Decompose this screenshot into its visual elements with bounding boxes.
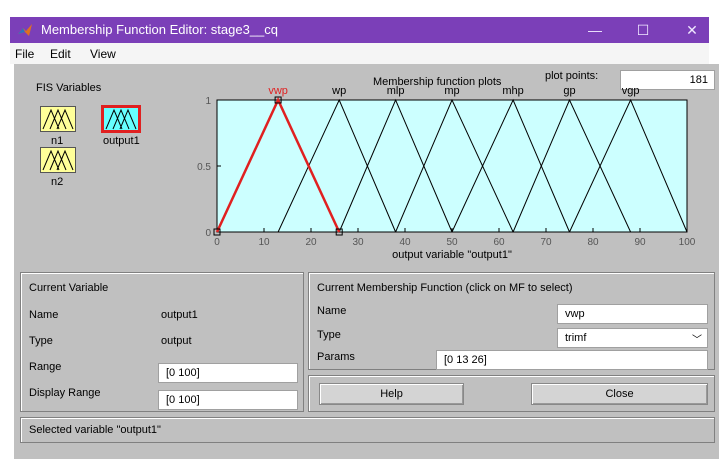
mf-label-mhp[interactable]: mhp <box>502 85 523 97</box>
x-tick-label: 0 <box>214 237 220 248</box>
range-label: Range <box>29 361 62 373</box>
mf-name-input[interactable]: vwp <box>557 304 708 324</box>
menu-file[interactable]: File <box>15 47 34 61</box>
title-bar: Membership Function Editor: stage3__cq —… <box>10 17 709 43</box>
variable-name-label: Name <box>29 309 59 321</box>
x-tick-label: 40 <box>399 237 411 248</box>
mf-label-vwp[interactable]: vwp <box>268 85 288 97</box>
display-range-input[interactable]: [0 100] <box>158 390 298 410</box>
mf-type-value: trimf <box>565 332 587 344</box>
close-button[interactable]: Close <box>531 383 708 405</box>
x-tick-label: 10 <box>258 237 270 248</box>
close-window-button[interactable]: ✕ <box>678 20 706 40</box>
current-mf-header: Current Membership Function (click on MF… <box>317 282 573 294</box>
membership-function-plot[interactable]: 0 10 20 30 40 50 60 70 80 90 100 0 0.5 1 vwp wp mlp mp mh… <box>14 64 719 269</box>
mf-type-select[interactable]: trimf ﹀ <box>557 328 708 348</box>
minimize-button[interactable]: — <box>581 20 609 40</box>
current-mf-panel: Current Membership Function (click on MF… <box>308 272 715 370</box>
editor-window: FIS Variables n1 n2 output1 Membership f… <box>14 64 719 459</box>
menu-bar: File Edit View <box>10 43 709 64</box>
status-text: Selected variable "output1" <box>29 424 161 436</box>
current-variable-header: Current Variable <box>29 282 109 294</box>
variable-name-value: output1 <box>161 309 198 321</box>
x-tick-label: 100 <box>679 237 696 248</box>
mf-params-label: Params <box>317 351 355 363</box>
window-title: Membership Function Editor: stage3__cq <box>41 22 279 37</box>
current-variable-panel: Current Variable Name output1 Type outpu… <box>20 272 304 412</box>
mf-type-label: Type <box>317 329 341 341</box>
chevron-down-icon: ﹀ <box>692 335 702 346</box>
x-tick-label: 20 <box>305 237 317 248</box>
display-range-label: Display Range <box>29 387 101 399</box>
x-tick-label: 60 <box>493 237 505 248</box>
x-tick-label: 50 <box>446 237 458 248</box>
matlab-logo-icon <box>17 22 33 38</box>
y-tick-label: 0 <box>205 228 211 239</box>
x-tick-label: 30 <box>352 237 364 248</box>
x-tick-label: 80 <box>587 237 599 248</box>
button-panel: Help Close <box>308 375 715 412</box>
maximize-button[interactable]: ☐ <box>629 20 657 40</box>
variable-type-value: output <box>161 335 192 347</box>
mf-label-mlp[interactable]: mlp <box>387 85 405 97</box>
y-tick-label: 1 <box>205 96 211 107</box>
mf-label-mp[interactable]: mp <box>444 85 459 97</box>
variable-type-label: Type <box>29 335 53 347</box>
menu-view[interactable]: View <box>90 47 116 61</box>
mf-label-gp[interactable]: gp <box>563 85 575 97</box>
mf-params-input[interactable]: [0 13 26] <box>436 350 708 370</box>
mf-label-wp[interactable]: wp <box>331 85 346 97</box>
range-input[interactable]: [0 100] <box>158 363 298 383</box>
x-axis-label: output variable "output1" <box>392 249 512 261</box>
x-tick-label: 70 <box>540 237 552 248</box>
x-tick-label: 90 <box>634 237 646 248</box>
status-bar: Selected variable "output1" <box>20 417 715 443</box>
y-tick-label: 0.5 <box>197 162 211 173</box>
mf-label-vgp[interactable]: vgp <box>622 85 640 97</box>
help-button[interactable]: Help <box>319 383 464 405</box>
mf-name-label: Name <box>317 305 347 317</box>
menu-edit[interactable]: Edit <box>50 47 71 61</box>
